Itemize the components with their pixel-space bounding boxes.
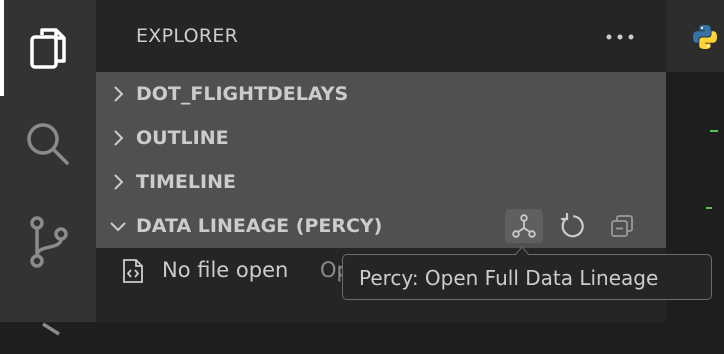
- section-timeline[interactable]: TIMELINE: [96, 160, 666, 204]
- editor-tab-bar: [666, 0, 724, 72]
- tooltip-arrow: [514, 246, 530, 256]
- chevron-down-icon: [110, 222, 126, 232]
- chevron-right-icon: [114, 130, 124, 146]
- active-indicator: [0, 0, 4, 96]
- editor-change-mark: [710, 130, 718, 132]
- source-control-icon[interactable]: [20, 214, 76, 270]
- tooltip: Percy: Open Full Data Lineage: [342, 254, 712, 300]
- section-label: OUTLINE: [136, 127, 229, 149]
- ellipsis-icon[interactable]: [602, 22, 638, 52]
- section-label: DATA LINEAGE (PERCY): [136, 215, 383, 237]
- refresh-icon[interactable]: [553, 209, 591, 243]
- code-file-icon: [123, 259, 143, 283]
- section-data-lineage[interactable]: DATA LINEAGE (PERCY): [96, 204, 666, 248]
- section-label: DOT_FLIGHTDELAYS: [136, 83, 349, 105]
- tooltip-text: Percy: Open Full Data Lineage: [359, 266, 659, 290]
- section-label: TIMELINE: [136, 171, 236, 193]
- chevron-right-icon: [114, 174, 124, 190]
- activity-bar: [0, 0, 96, 336]
- sidebar-header: EXPLORER: [96, 0, 666, 72]
- search-icon[interactable]: [20, 116, 76, 172]
- sidebar-title: EXPLORER: [136, 25, 239, 47]
- lineage-icon[interactable]: [505, 209, 543, 243]
- editor-change-mark: [706, 207, 712, 209]
- files-icon[interactable]: [20, 20, 76, 76]
- section-dot-flightdelays[interactable]: DOT_FLIGHTDELAYS: [96, 72, 666, 116]
- collapse-all-icon[interactable]: [603, 209, 641, 243]
- python-icon[interactable]: [692, 24, 718, 50]
- chevron-right-icon: [114, 86, 124, 102]
- section-outline[interactable]: OUTLINE: [96, 116, 666, 160]
- run-debug-icon[interactable]: [20, 298, 76, 354]
- no-file-open-label: No file open: [162, 258, 289, 282]
- sidebar-sections: DOT_FLIGHTDELAYS OUTLINE TIMELINE DATA L…: [96, 72, 666, 248]
